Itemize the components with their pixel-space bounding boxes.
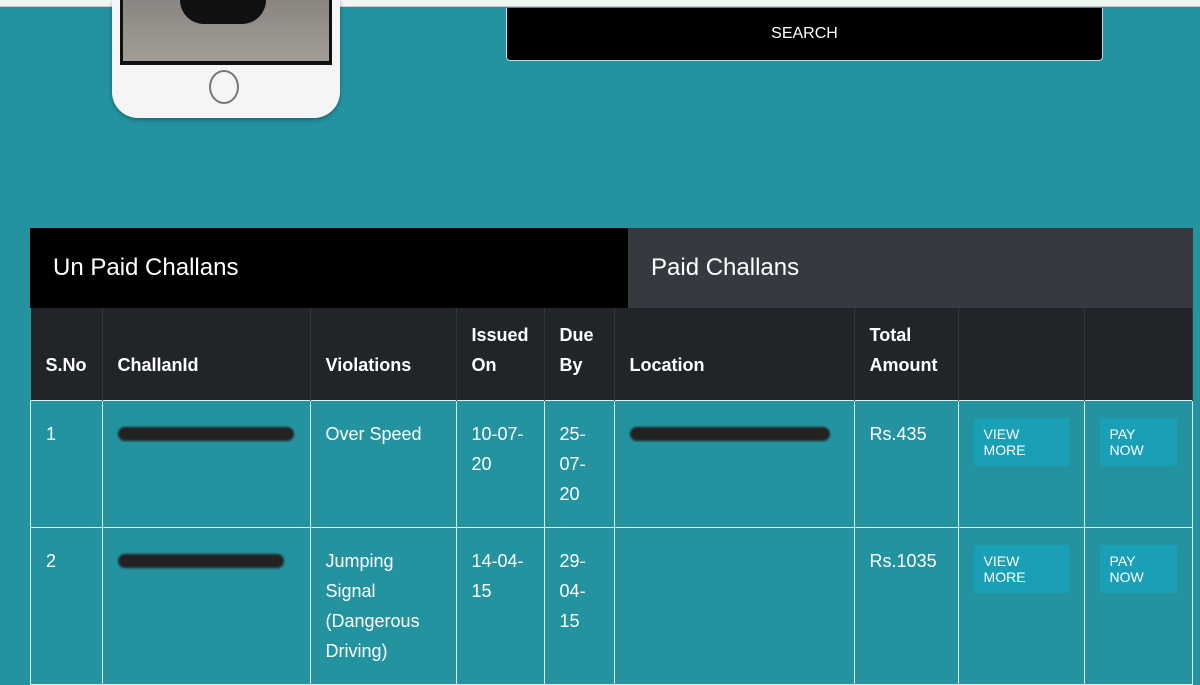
table-row: 2 Jumping Signal (Dangerous Driving) 14-… [30,526,1194,685]
table-row: 1 Over Speed 10-07-20 25-07-20 Rs.435 VI… [30,399,1194,528]
cell-challan-id-redacted [101,399,311,528]
col-due-by: Due By [544,308,615,400]
col-location: Location [614,308,855,400]
cell-due: 29-04-15 [543,526,615,685]
challan-tabs: Un Paid Challans Paid Challans [30,228,1193,308]
pay-now-button[interactable]: PAY NOW [1099,417,1177,466]
cell-sno: 2 [30,526,103,685]
cell-challan-id-redacted [101,526,311,685]
cell-pay: PAY NOW [1083,526,1194,685]
cell-location-redacted [613,399,855,528]
cell-issued: 10-07-20 [455,399,545,528]
cell-issued: 14-04-15 [455,526,545,685]
view-more-button[interactable]: VIEW MORE [973,544,1069,593]
cell-view: VIEW MORE [957,399,1085,528]
col-challan-id: ChallanId [102,308,311,400]
table-header: S.No ChallanId Violations Issued On Due … [30,308,1194,400]
phone-image [112,0,340,118]
col-sno: S.No [30,308,103,400]
col-issued-on: Issued On [456,308,545,400]
col-total-amount: Total Amount [854,308,959,400]
col-actions-1 [958,308,1085,400]
tab-paid-challans[interactable]: Paid Challans [628,228,1193,308]
tab-unpaid-challans[interactable]: Un Paid Challans [30,228,628,308]
home-button-graphic [209,70,239,104]
challans-table: S.No ChallanId Violations Issued On Due … [30,308,1194,685]
cell-amount: Rs.1035 [853,526,959,685]
cell-sno: 1 [30,399,103,528]
cell-pay: PAY NOW [1083,399,1194,528]
view-more-button[interactable]: VIEW MORE [973,417,1069,466]
search-button[interactable]: SEARCH [506,8,1103,61]
cell-amount: Rs.435 [853,399,959,528]
cell-view: VIEW MORE [957,526,1085,685]
logo-badge [180,0,266,24]
cell-violation: Over Speed [309,399,457,528]
col-violations: Violations [310,308,457,400]
cell-violation: Jumping Signal (Dangerous Driving) [309,526,457,685]
col-actions-2 [1084,308,1194,400]
cell-location [613,526,855,685]
cell-due: 25-07-20 [543,399,615,528]
pay-now-button[interactable]: PAY NOW [1099,544,1177,593]
search-label: SEARCH [771,25,838,42]
